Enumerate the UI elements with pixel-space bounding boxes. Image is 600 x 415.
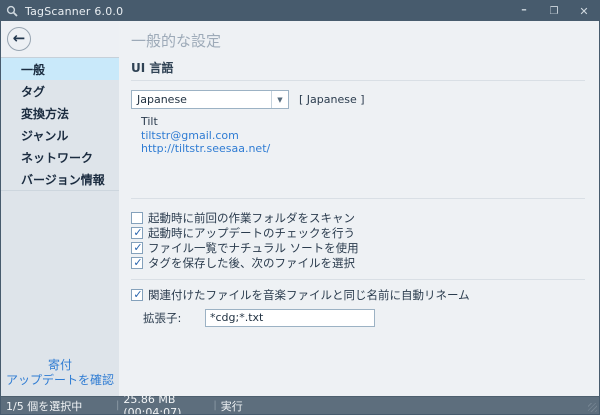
sidebar-item-conversion[interactable]: 変換方法 [1, 102, 119, 124]
checkbox-box: ✓ [131, 288, 143, 301]
check-icon: ✓ [133, 288, 143, 301]
window-body: ← 一般 タグ 変換方法 ジャンル ネットワーク バージョン情報 寄付 アップデ… [1, 21, 599, 396]
ui-language-row: Japanese ▼ [ Japanese ] [131, 90, 585, 109]
sidebar-item-network[interactable]: ネットワーク [1, 146, 119, 168]
checkbox-label: 起動時にアップデートのチェックを行う [148, 226, 355, 240]
status-action: 実行 [220, 399, 243, 413]
checkbox-scan-last-folder[interactable]: ✓ 起動時に前回の作業フォルダをスキャン [131, 211, 585, 226]
sidebar-item-label: 変換方法 [21, 106, 70, 121]
sidebar-item-label: ジャンル [21, 128, 69, 143]
status-selection-count: 1/5 個を選択中 [6, 399, 83, 413]
settings-nav: 一般 タグ 変換方法 ジャンル ネットワーク バージョン情報 [1, 57, 119, 191]
window-controls: – ❐ ✕ [509, 1, 599, 21]
checkbox-label: 起動時に前回の作業フォルダをスキャン [148, 211, 355, 225]
maximize-button[interactable]: ❐ [539, 1, 569, 21]
extension-row: 拡張子: [143, 308, 585, 327]
extension-label: 拡張子: [143, 310, 182, 325]
sidebar-item-label: ネットワーク [21, 150, 94, 165]
ui-language-section-label: UI 言語 [131, 59, 585, 81]
check-updates-link[interactable]: アップデートを確認 [1, 373, 119, 388]
separator [131, 278, 585, 280]
translator-email-link[interactable]: tiltstr@gmail.com [141, 129, 239, 143]
sidebar-item-label: タグ [21, 84, 46, 99]
checkbox-box: ✓ [131, 256, 143, 269]
translator-credits: Tilt tiltstr@gmail.com http://tiltstr.se… [141, 115, 585, 156]
checkbox-check-updates-on-start[interactable]: ✓ 起動時にアップデートのチェックを行う [131, 226, 585, 241]
extension-input[interactable] [205, 308, 375, 327]
check-icon: ✓ [133, 241, 143, 254]
settings-sidebar: ← 一般 タグ 変換方法 ジャンル ネットワーク バージョン情報 寄付 アップデ… [1, 21, 119, 396]
sidebar-item-general[interactable]: 一般 [1, 58, 119, 80]
close-icon: ✕ [579, 4, 589, 18]
window-title: TagScanner 6.0.0 [25, 4, 124, 18]
statusbar: 1/5 個を選択中 | 25.86 MB (00:04:07) | 実行 [1, 392, 599, 415]
checkbox-label: タグを保存した後、次のファイルを選択 [148, 256, 355, 270]
sidebar-item-genres[interactable]: ジャンル [1, 124, 119, 146]
separator [131, 197, 585, 199]
close-button[interactable]: ✕ [569, 1, 599, 21]
page-title: 一般的な設定 [131, 32, 222, 50]
maximize-icon: ❐ [549, 5, 559, 17]
sidebar-item-about[interactable]: バージョン情報 [1, 168, 119, 190]
ui-language-value: Japanese [137, 93, 187, 106]
checkbox-box: ✓ [131, 241, 143, 254]
back-button[interactable]: ← [7, 27, 31, 51]
minimize-icon: – [521, 2, 527, 16]
sidebar-item-label: バージョン情報 [21, 172, 105, 187]
checkbox-box: ✓ [131, 212, 143, 224]
checkbox-label: 関連付けたファイルを音楽ファイルと同じ名前に自動リネーム [148, 288, 470, 302]
back-arrow-icon: ← [12, 29, 26, 47]
check-icon: ✓ [133, 226, 143, 239]
status-size-duration: 25.86 MB (00:04:07) [123, 392, 182, 415]
minimize-button[interactable]: – [509, 1, 539, 21]
sidebar-item-tags[interactable]: タグ [1, 80, 119, 102]
status-divider: | [213, 400, 217, 411]
ui-language-dropdown[interactable]: Japanese ▼ [131, 90, 289, 109]
chevron-down-icon: ▼ [271, 91, 288, 108]
check-icon: ✓ [133, 256, 143, 269]
app-window: TagScanner 6.0.0 – ❐ ✕ ← 一般 タグ 変換方法 ジャンル… [0, 0, 600, 415]
titlebar: TagScanner 6.0.0 – ❐ ✕ [1, 1, 599, 21]
startup-options-group: ✓ 起動時に前回の作業フォルダをスキャン ✓ 起動時にアップデートのチェックを行… [131, 211, 585, 271]
back-button-area: ← [1, 21, 119, 57]
checkbox-auto-rename-linked-files[interactable]: ✓ 関連付けたファイルを音楽ファイルと同じ名前に自動リネーム [131, 288, 585, 303]
donate-link[interactable]: 寄付 [1, 358, 119, 373]
checkbox-select-next-after-save[interactable]: ✓ タグを保存した後、次のファイルを選択 [131, 256, 585, 271]
checkbox-label: ファイル一覧でナチュラル ソートを使用 [148, 241, 359, 255]
sidebar-item-label: 一般 [21, 62, 46, 77]
ui-language-native-label: [ Japanese ] [299, 93, 365, 106]
general-settings-panel: 一般的な設定 UI 言語 Japanese ▼ [ Japanese ] Til… [119, 21, 599, 396]
resize-grip[interactable] [588, 403, 597, 412]
app-logo-magnifier-icon [6, 5, 18, 17]
checkbox-box: ✓ [131, 226, 143, 239]
translator-url-link[interactable]: http://tiltstr.seesaa.net/ [141, 142, 270, 156]
sidebar-footer: 寄付 アップデートを確認 [1, 358, 119, 396]
translator-name: Tilt [141, 115, 158, 128]
status-divider: | [116, 400, 120, 411]
checkbox-natural-sort[interactable]: ✓ ファイル一覧でナチュラル ソートを使用 [131, 241, 585, 256]
